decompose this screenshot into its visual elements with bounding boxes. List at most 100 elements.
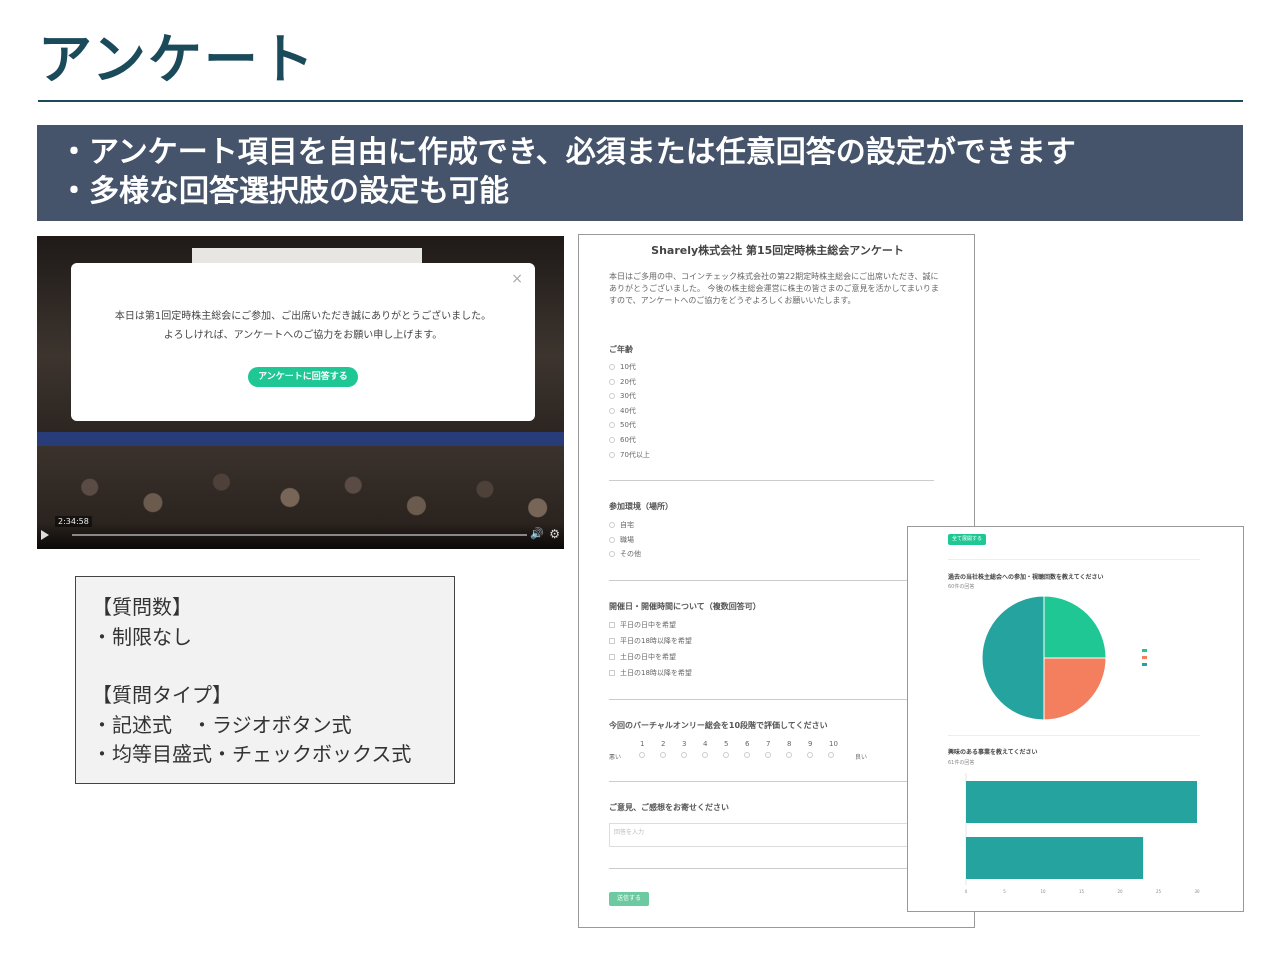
option-q1_options-6[interactable]: 70代以上 <box>609 450 650 460</box>
bar-tick-label: 25 <box>1156 889 1162 894</box>
checkbox[interactable] <box>609 622 615 628</box>
option-label: 平日の日中を希望 <box>620 621 676 629</box>
spec-types-line1: ・記述式 ・ラジオボタン式 <box>92 712 352 737</box>
option-q2_options-2[interactable]: その他 <box>609 549 641 559</box>
option-label: 50代 <box>620 421 636 430</box>
option-q1_options-3[interactable]: 40代 <box>609 406 636 416</box>
play-icon[interactable] <box>41 530 49 540</box>
spec-heading-questions: 【質問数】 <box>92 595 192 619</box>
radio-button[interactable] <box>609 393 615 400</box>
option-label: 土日の18時以降を希望 <box>620 669 692 677</box>
survey-results: 全て展開する 過去の当社株主総会への参加・視聴回数を教えてください 60件の回答… <box>907 526 1244 912</box>
rating-number: 3 <box>682 740 687 748</box>
bar-tick-label: 0 <box>965 889 968 894</box>
option-label: その他 <box>620 550 641 559</box>
rating-radio-10[interactable] <box>828 752 834 758</box>
radio-button[interactable] <box>609 536 615 543</box>
question-schedule: 開催日・開催時間について（複数回答可） <box>609 602 761 611</box>
rating-radio-1[interactable] <box>639 752 645 758</box>
answer-survey-button[interactable]: アンケートに回答する <box>248 367 358 387</box>
bar-1 <box>966 837 1144 879</box>
bar-tick-label: 15 <box>1079 889 1085 894</box>
video-progress-bar[interactable] <box>72 534 527 536</box>
radio-button[interactable] <box>609 422 615 429</box>
option-q1_options-1[interactable]: 20代 <box>609 377 636 387</box>
rating-radio-5[interactable] <box>723 752 729 758</box>
rating-radio-2[interactable] <box>660 752 666 758</box>
option-q2_options-0[interactable]: 自宅 <box>609 520 634 530</box>
option-q1_options-0[interactable]: 10代 <box>609 362 636 372</box>
divider <box>609 480 934 481</box>
rating-radio-6[interactable] <box>744 752 750 758</box>
video-player[interactable]: 2:34:58 🔊 ⚙ × 本日は第1回定時株主総会にご参加、ご出席いただき誠に… <box>37 236 564 549</box>
radio-button[interactable] <box>609 364 615 370</box>
radio-button[interactable] <box>609 551 615 558</box>
spec-box: 【質問数】 ・制限なし 【質問タイプ】 ・記述式 ・ラジオボタン式 ・均等目盛式… <box>75 576 455 784</box>
option-q3_options-1[interactable]: 平日の18時以降を希望 <box>609 636 692 646</box>
rating-number: 10 <box>829 740 838 748</box>
rating-number: 2 <box>661 740 666 748</box>
option-label: 平日の18時以降を希望 <box>620 637 692 645</box>
title-divider <box>38 100 1243 102</box>
checkbox[interactable] <box>609 638 615 644</box>
option-q3_options-2[interactable]: 土日の日中を希望 <box>609 652 676 662</box>
bar-chart: 0 5 10 15 20 25 30 <box>965 773 1200 894</box>
rating-number: 6 <box>745 740 750 748</box>
rating-number: 9 <box>808 740 813 748</box>
checkbox[interactable] <box>609 670 615 676</box>
divider <box>609 580 934 581</box>
option-q3_options-0[interactable]: 平日の日中を希望 <box>609 620 676 630</box>
rating-number: 5 <box>724 740 729 748</box>
option-label: 70代以上 <box>620 450 650 459</box>
submit-button[interactable]: 送信する <box>609 892 649 906</box>
video-time: 2:34:58 <box>55 516 92 527</box>
option-label: 10代 <box>620 363 636 371</box>
option-q1_options-5[interactable]: 60代 <box>609 435 636 445</box>
feedback-textarea[interactable]: 回答を入力 <box>609 823 934 847</box>
rating-number: 7 <box>766 740 771 748</box>
divider <box>609 781 934 782</box>
bar-tick-label: 30 <box>1194 889 1200 894</box>
option-label: 土日の日中を希望 <box>620 653 676 661</box>
question-age: ご年齢 <box>609 345 633 354</box>
question-location: 参加環境（場所） <box>609 502 673 511</box>
page-title: アンケート <box>38 28 316 91</box>
modal-message-2: よろしければ、アンケートへのご協力をお願い申し上げます。 <box>163 330 443 341</box>
radio-button[interactable] <box>609 437 615 443</box>
question-feedback: ご意見、ご感想をお寄せください <box>609 803 729 812</box>
feature-bullet-2: ・多様な回答選択肢の設定も可能 <box>59 174 509 209</box>
rating-radio-8[interactable] <box>786 752 792 758</box>
option-q1_options-4[interactable]: 50代 <box>609 420 636 430</box>
checkbox[interactable] <box>609 654 615 660</box>
rating-high-label: 良い <box>855 754 868 761</box>
form-title: Sharely株式会社 第15回定時株主総会アンケート <box>651 244 904 257</box>
modal-message-1: 本日は第1回定時株主総会にご参加、ご出席いただき誠にありがとうございました。 <box>114 311 492 322</box>
option-q1_options-2[interactable]: 30代 <box>609 391 636 401</box>
volume-icon[interactable]: 🔊 <box>530 527 544 540</box>
rating-low-label: 悪い <box>609 754 622 761</box>
feature-banner: ・アンケート項目を自由に作成でき、必須または任意回答の設定ができます ・多様な回… <box>37 125 1243 221</box>
spec-heading-types: 【質問タイプ】 <box>92 683 232 707</box>
radio-button[interactable] <box>609 378 615 385</box>
spec-types-line2: ・均等目盛式・チェックボックス式 <box>92 742 412 766</box>
option-q3_options-3[interactable]: 土日の18時以降を希望 <box>609 668 692 678</box>
rating-number: 1 <box>640 740 645 748</box>
feature-bullet-1: ・アンケート項目を自由に作成でき、必須または任意回答の設定ができます <box>59 135 1076 170</box>
rating-radio-4[interactable] <box>702 752 708 758</box>
radio-button[interactable] <box>609 451 615 458</box>
divider <box>609 868 934 869</box>
radio-button[interactable] <box>609 522 615 528</box>
option-q2_options-1[interactable]: 職場 <box>609 535 634 545</box>
option-label: 40代 <box>620 406 636 415</box>
close-icon[interactable]: × <box>511 271 523 287</box>
video-controls <box>37 523 564 549</box>
rating-radio-7[interactable] <box>765 752 771 758</box>
radio-button[interactable] <box>609 407 615 414</box>
gear-icon[interactable]: ⚙ <box>549 527 560 541</box>
rating-radio-9[interactable] <box>807 752 813 758</box>
rating-number: 8 <box>787 740 792 748</box>
option-label: 20代 <box>620 377 636 386</box>
rating-radio-3[interactable] <box>681 752 687 758</box>
bar-0 <box>966 781 1197 823</box>
form-intro: 本日はご多用の中、コインチェック株式会社の第22期定時株主総会にご出席いただき、… <box>609 272 939 305</box>
